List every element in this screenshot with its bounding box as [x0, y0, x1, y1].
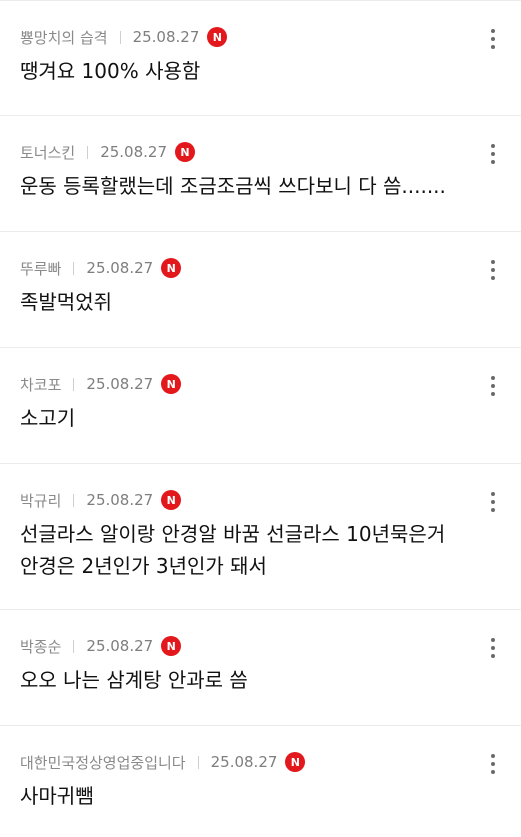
comment-list: 뿅망치의 습격 25.08.27 N 땡겨요 100% 사용함 토너스킨 25.…: [0, 0, 521, 834]
comment-meta: 대한민국정상영업중입니다 25.08.27 N: [20, 750, 306, 774]
comment-text: 선글라스 알이랑 안경알 바꿈 선글라스 10년묵은거 안경은 2년인가 3년인…: [20, 522, 446, 578]
comment-item[interactable]: 뚜루빠 25.08.27 N 족발먹었쥐: [0, 232, 521, 348]
comment-author[interactable]: 박규리: [20, 490, 61, 511]
comment-author[interactable]: 차코포: [20, 374, 61, 395]
comment-author[interactable]: 토너스킨: [20, 142, 75, 163]
comment-date: 25.08.27: [86, 375, 154, 393]
comment-meta: 차코포 25.08.27 N: [20, 372, 182, 396]
new-badge-icon: N: [161, 490, 182, 510]
comment-author[interactable]: 박종순: [20, 636, 61, 657]
new-badge-icon: N: [161, 374, 182, 394]
divider: [119, 30, 121, 44]
divider: [73, 377, 75, 391]
more-options-icon[interactable]: [483, 752, 503, 776]
comment-item[interactable]: 차코포 25.08.27 N 소고기: [0, 348, 521, 464]
more-options-icon[interactable]: [483, 374, 503, 398]
comment-date: 25.08.27: [132, 28, 200, 46]
comment-date: 25.08.27: [86, 637, 154, 655]
divider: [73, 639, 75, 653]
comment-date: 25.08.27: [210, 753, 278, 771]
comment-item[interactable]: 박종순 25.08.27 N 오오 나는 삼계탕 안과로 씀: [0, 610, 521, 726]
comment-date: 25.08.27: [100, 143, 167, 161]
comment-meta: 토너스킨 25.08.27 N: [20, 140, 195, 164]
comment-item[interactable]: 토너스킨 25.08.27 N 운동 등록할랬는데 조금조금씩 쓰다보니 다 씀…: [0, 116, 521, 232]
comment-meta: 뚜루빠 25.08.27 N: [20, 256, 182, 280]
comment-date: 25.08.27: [86, 259, 154, 277]
more-options-icon[interactable]: [483, 142, 503, 166]
new-badge-icon: N: [161, 636, 182, 656]
comment-author[interactable]: 대한민국정상영업중입니다: [20, 752, 186, 773]
comment-text: 오오 나는 삼계탕 안과로 씀: [20, 668, 248, 692]
comment-meta: 뿅망치의 습격 25.08.27 N: [20, 25, 228, 49]
comment-text: 운동 등록할랬는데 조금조금씩 쓰다보니 다 씀.......: [20, 174, 446, 198]
comment-text: 사마귀뺌: [20, 784, 94, 808]
divider: [197, 755, 199, 769]
divider: [87, 145, 89, 159]
comment-text: 땡겨요 100% 사용함: [20, 59, 201, 83]
comment-item[interactable]: 뿅망치의 습격 25.08.27 N 땡겨요 100% 사용함: [0, 0, 521, 116]
comment-text: 소고기: [20, 406, 76, 430]
more-options-icon[interactable]: [483, 258, 503, 282]
comment-author[interactable]: 뚜루빠: [20, 258, 61, 279]
new-badge-icon: N: [285, 752, 306, 772]
new-badge-icon: N: [175, 142, 195, 162]
more-options-icon[interactable]: [483, 27, 503, 51]
new-badge-icon: N: [161, 258, 182, 278]
more-options-icon[interactable]: [483, 490, 503, 514]
comment-meta: 박규리 25.08.27 N: [20, 488, 182, 512]
comment-item[interactable]: 대한민국정상영업중입니다 25.08.27 N 사마귀뺌: [0, 726, 521, 834]
new-badge-icon: N: [207, 27, 228, 47]
comment-date: 25.08.27: [86, 491, 154, 509]
comment-author[interactable]: 뿅망치의 습격: [20, 27, 108, 48]
comment-item[interactable]: 박규리 25.08.27 N 선글라스 알이랑 안경알 바꿈 선글라스 10년묵…: [0, 464, 521, 610]
comment-text: 족발먹었쥐: [20, 290, 112, 314]
divider: [73, 493, 75, 507]
divider: [73, 261, 75, 275]
more-options-icon[interactable]: [483, 636, 503, 660]
comment-meta: 박종순 25.08.27 N: [20, 634, 182, 658]
